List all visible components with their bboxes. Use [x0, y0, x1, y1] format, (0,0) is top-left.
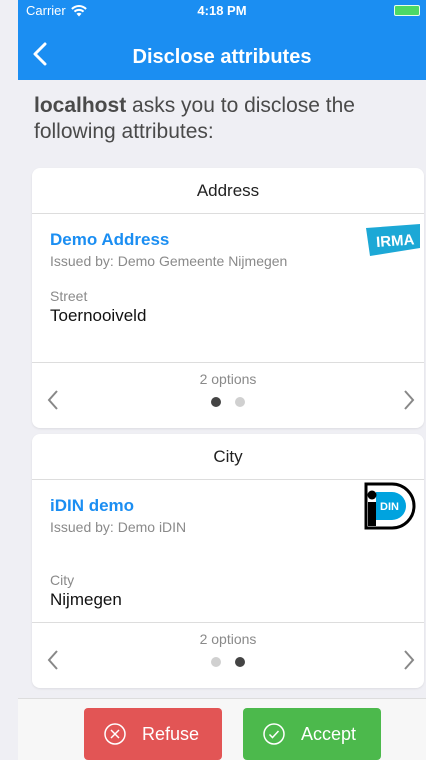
card-header: Address — [32, 168, 424, 214]
header-bar: Carrier 4:18 PM Disclose attributes — [18, 0, 426, 80]
attribute-card-address: Address Demo Address Issued by: Demo Gem… — [32, 168, 424, 428]
credential-option[interactable]: Demo Address Issued by: Demo Gemeente Ni… — [32, 214, 424, 364]
battery-icon — [394, 5, 420, 16]
action-bar: Refuse Accept — [18, 698, 426, 760]
attribute-value: Toernooiveld — [50, 306, 147, 325]
status-time: 4:18 PM — [197, 3, 247, 18]
options-count: 2 options — [199, 371, 257, 387]
credential-option[interactable]: iDIN demo Issued by: Demo iDIN DIN City … — [32, 480, 424, 620]
page-indicator — [32, 397, 424, 407]
disclosure-intro: localhost asks you to disclose the follo… — [34, 93, 414, 145]
credential-issuer: Issued by: Demo iDIN — [50, 519, 187, 535]
next-option-icon[interactable] — [402, 649, 416, 671]
navigation-bar: Disclose attributes — [18, 20, 426, 80]
credential-name: Demo Address — [50, 230, 170, 249]
accept-button[interactable]: Accept — [243, 708, 381, 760]
page-dot-active[interactable] — [211, 397, 221, 407]
page-dot[interactable] — [235, 397, 245, 407]
option-pager: 2 options — [32, 622, 424, 688]
attribute-label: Street — [50, 288, 88, 304]
options-count: 2 options — [199, 631, 257, 647]
accept-label: Accept — [301, 723, 357, 744]
credential-issuer: Issued by: Demo Gemeente Nijmegen — [50, 253, 288, 269]
attribute-label: City — [50, 572, 75, 588]
refuse-button[interactable]: Refuse — [84, 708, 222, 760]
next-option-icon[interactable] — [402, 389, 416, 411]
card-header: City — [32, 434, 424, 480]
page-dot-active[interactable] — [235, 657, 245, 667]
refuse-label: Refuse — [142, 723, 200, 744]
svg-text:DIN: DIN — [380, 501, 399, 513]
status-bar: Carrier 4:18 PM — [18, 0, 426, 20]
credential-name: iDIN demo — [50, 496, 135, 515]
cancel-circle-icon — [104, 723, 126, 745]
check-circle-icon — [263, 723, 285, 745]
page-dot[interactable] — [211, 657, 221, 667]
option-pager: 2 options — [32, 362, 424, 428]
irma-logo: IRMA — [366, 224, 420, 256]
page-title: Disclose attributes — [132, 46, 312, 68]
requestor-name: localhost — [34, 94, 127, 117]
attribute-value: Nijmegen — [50, 590, 122, 609]
page-indicator — [32, 657, 424, 667]
attribute-card-city: City iDIN demo Issued by: Demo iDIN DIN … — [32, 434, 424, 688]
idin-logo: DIN — [364, 482, 416, 530]
svg-text:IRMA: IRMA — [376, 231, 416, 251]
